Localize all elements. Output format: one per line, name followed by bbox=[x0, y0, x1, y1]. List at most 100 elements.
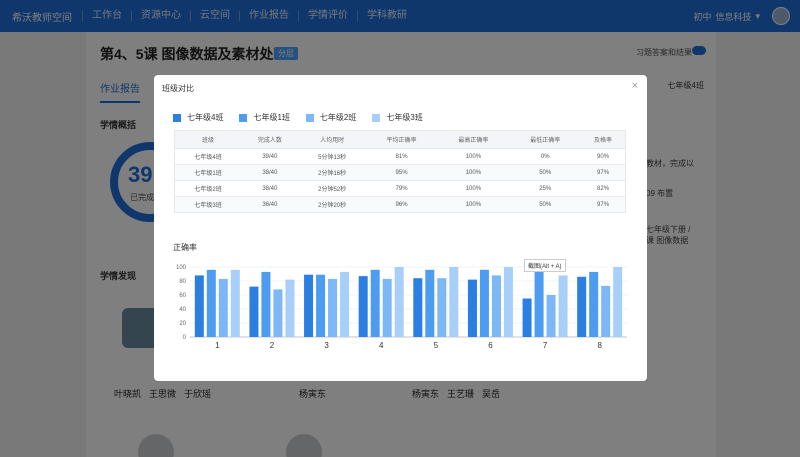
close-icon[interactable]: × bbox=[632, 80, 638, 92]
bar-七年级2班-8 bbox=[601, 285, 611, 337]
column-header: 及格率 bbox=[581, 130, 626, 149]
column-header: 最高正确率 bbox=[437, 130, 510, 149]
chart-legend: 七年级4班 七年级1班 七年级2班 七年级3班 bbox=[173, 112, 423, 123]
bar-七年级4班-4 bbox=[358, 276, 368, 337]
bar-七年级2班-5 bbox=[437, 278, 447, 337]
table-cell: 100% bbox=[437, 196, 510, 213]
table-cell: 100% bbox=[437, 164, 510, 181]
x-tick-label: 6 bbox=[488, 341, 493, 350]
class-compare-dialog: 班级对比 × 七年级4班 七年级1班 七年级2班 七年级3班 班级 完成人数 人… bbox=[154, 75, 647, 381]
bar-七年级1班-5 bbox=[425, 269, 435, 337]
bar-七年级4班-8 bbox=[577, 276, 587, 337]
bar-七年级2班-6 bbox=[491, 275, 501, 337]
bar-七年级3班-4 bbox=[394, 267, 404, 337]
column-header: 班级 bbox=[174, 130, 242, 149]
bar-七年级4班-7 bbox=[522, 298, 532, 337]
table-cell: 38/40 bbox=[241, 164, 299, 181]
table-cell: 0% bbox=[509, 148, 582, 165]
y-tick-label: 20 bbox=[179, 321, 186, 327]
bar-七年级4班-2 bbox=[249, 286, 259, 337]
bar-七年级2班-1 bbox=[218, 278, 228, 337]
table-cell: 七年级2班 bbox=[174, 180, 242, 197]
bar-七年级4班-1 bbox=[194, 275, 204, 337]
x-tick-label: 7 bbox=[543, 341, 548, 350]
bar-七年级2班-2 bbox=[273, 289, 283, 337]
table-cell: 36/40 bbox=[241, 196, 299, 213]
table-row: 七年级4班 39/40 5分钟13秒 81% 100% 0% 90% bbox=[174, 148, 626, 165]
legend-item[interactable]: 七年级4班 bbox=[173, 112, 223, 123]
table-cell: 97% bbox=[581, 196, 626, 213]
bar-七年级3班-1 bbox=[230, 269, 240, 337]
table-cell: 七年级3班 bbox=[174, 196, 242, 213]
bar-七年级3班-8 bbox=[613, 267, 623, 337]
table-cell: 39/40 bbox=[241, 148, 299, 165]
bar-七年级4班-5 bbox=[413, 278, 423, 337]
bar-七年级1班-3 bbox=[316, 274, 326, 337]
table-cell: 100% bbox=[437, 180, 510, 197]
bar-七年级1班-6 bbox=[479, 269, 489, 337]
bar-七年级1班-8 bbox=[589, 271, 599, 337]
table-cell: 95% bbox=[365, 164, 438, 181]
bar-七年级3班-7 bbox=[558, 275, 568, 337]
legend-label: 七年级4班 bbox=[187, 113, 224, 122]
legend-label: 七年级3班 bbox=[386, 113, 423, 122]
column-header: 平均正确率 bbox=[365, 130, 438, 149]
x-tick-label: 3 bbox=[324, 341, 329, 350]
bar-七年级1班-2 bbox=[261, 271, 271, 337]
table-cell: 2分钟20秒 bbox=[298, 196, 366, 213]
table-cell: 100% bbox=[437, 148, 510, 165]
table-cell: 2分钟52秒 bbox=[298, 180, 366, 197]
legend-label: 七年级2班 bbox=[319, 113, 357, 122]
legend-item[interactable]: 七年级3班 bbox=[372, 112, 423, 123]
x-tick-label: 1 bbox=[215, 341, 220, 350]
legend-swatch bbox=[372, 113, 381, 122]
legend-swatch bbox=[239, 113, 248, 122]
bar-七年级3班-5 bbox=[449, 267, 459, 337]
chart-title: 正确率 bbox=[173, 243, 197, 252]
legend-swatch bbox=[305, 113, 314, 122]
y-tick-label: 80 bbox=[179, 279, 186, 285]
y-tick-label: 40 bbox=[179, 307, 186, 313]
legend-item[interactable]: 七年级1班 bbox=[239, 112, 290, 123]
bar-七年级4班-3 bbox=[304, 274, 314, 337]
table-row: 七年级1班 38/40 2分钟16秒 95% 100% 50% 97% bbox=[174, 164, 626, 181]
table-cell: 七年级1班 bbox=[174, 164, 242, 181]
bar-七年级2班-4 bbox=[382, 278, 392, 337]
screenshot-tooltip: 截图(Alt + A) bbox=[524, 259, 566, 272]
table-cell: 96% bbox=[365, 196, 438, 213]
bar-七年级3班-6 bbox=[503, 267, 513, 337]
bar-七年级1班-7 bbox=[534, 271, 544, 337]
y-tick-label: 0 bbox=[183, 335, 187, 341]
table-cell: 50% bbox=[509, 196, 582, 213]
bar-七年级2班-3 bbox=[328, 278, 338, 337]
table-cell: 97% bbox=[581, 164, 626, 181]
table-cell: 38/40 bbox=[241, 180, 299, 197]
table-row: 七年级3班 36/40 2分钟20秒 96% 100% 50% 97% bbox=[174, 196, 626, 213]
x-tick-label: 8 bbox=[597, 341, 602, 350]
table-cell: 5分钟13秒 bbox=[298, 148, 366, 165]
table-cell: 82% bbox=[581, 180, 626, 197]
class-compare-table: 班级 完成人数 人均用时 平均正确率 最高正确率 最低正确率 及格率 七年级4班… bbox=[174, 130, 626, 213]
table-cell: 七年级4班 bbox=[174, 148, 242, 165]
x-tick-label: 2 bbox=[270, 341, 275, 350]
column-header: 最低正确率 bbox=[509, 130, 582, 149]
bar-七年级2班-7 bbox=[546, 295, 556, 337]
bar-七年级3班-3 bbox=[340, 271, 350, 337]
bar-七年级1班-1 bbox=[206, 269, 216, 337]
legend-item[interactable]: 七年级2班 bbox=[305, 112, 357, 123]
column-header: 完成人数 bbox=[241, 130, 299, 149]
table-cell: 79% bbox=[365, 180, 438, 197]
y-tick-label: 60 bbox=[179, 293, 186, 299]
bar-七年级3班-2 bbox=[285, 279, 295, 337]
table-cell: 90% bbox=[581, 148, 626, 165]
table-row: 七年级2班 38/40 2分钟52秒 79% 100% 25% 82% bbox=[174, 180, 626, 197]
table-cell: 81% bbox=[365, 148, 438, 165]
table-header-row: 班级 完成人数 人均用时 平均正确率 最高正确率 最低正确率 及格率 bbox=[174, 130, 626, 149]
bar-七年级4班-6 bbox=[467, 279, 477, 337]
legend-swatch bbox=[173, 113, 181, 122]
x-tick-label: 4 bbox=[379, 341, 384, 350]
legend-label: 七年级1班 bbox=[253, 113, 290, 122]
table-cell: 25% bbox=[509, 180, 582, 197]
table-cell: 2分钟16秒 bbox=[298, 164, 366, 181]
column-header: 人均用时 bbox=[298, 130, 366, 149]
